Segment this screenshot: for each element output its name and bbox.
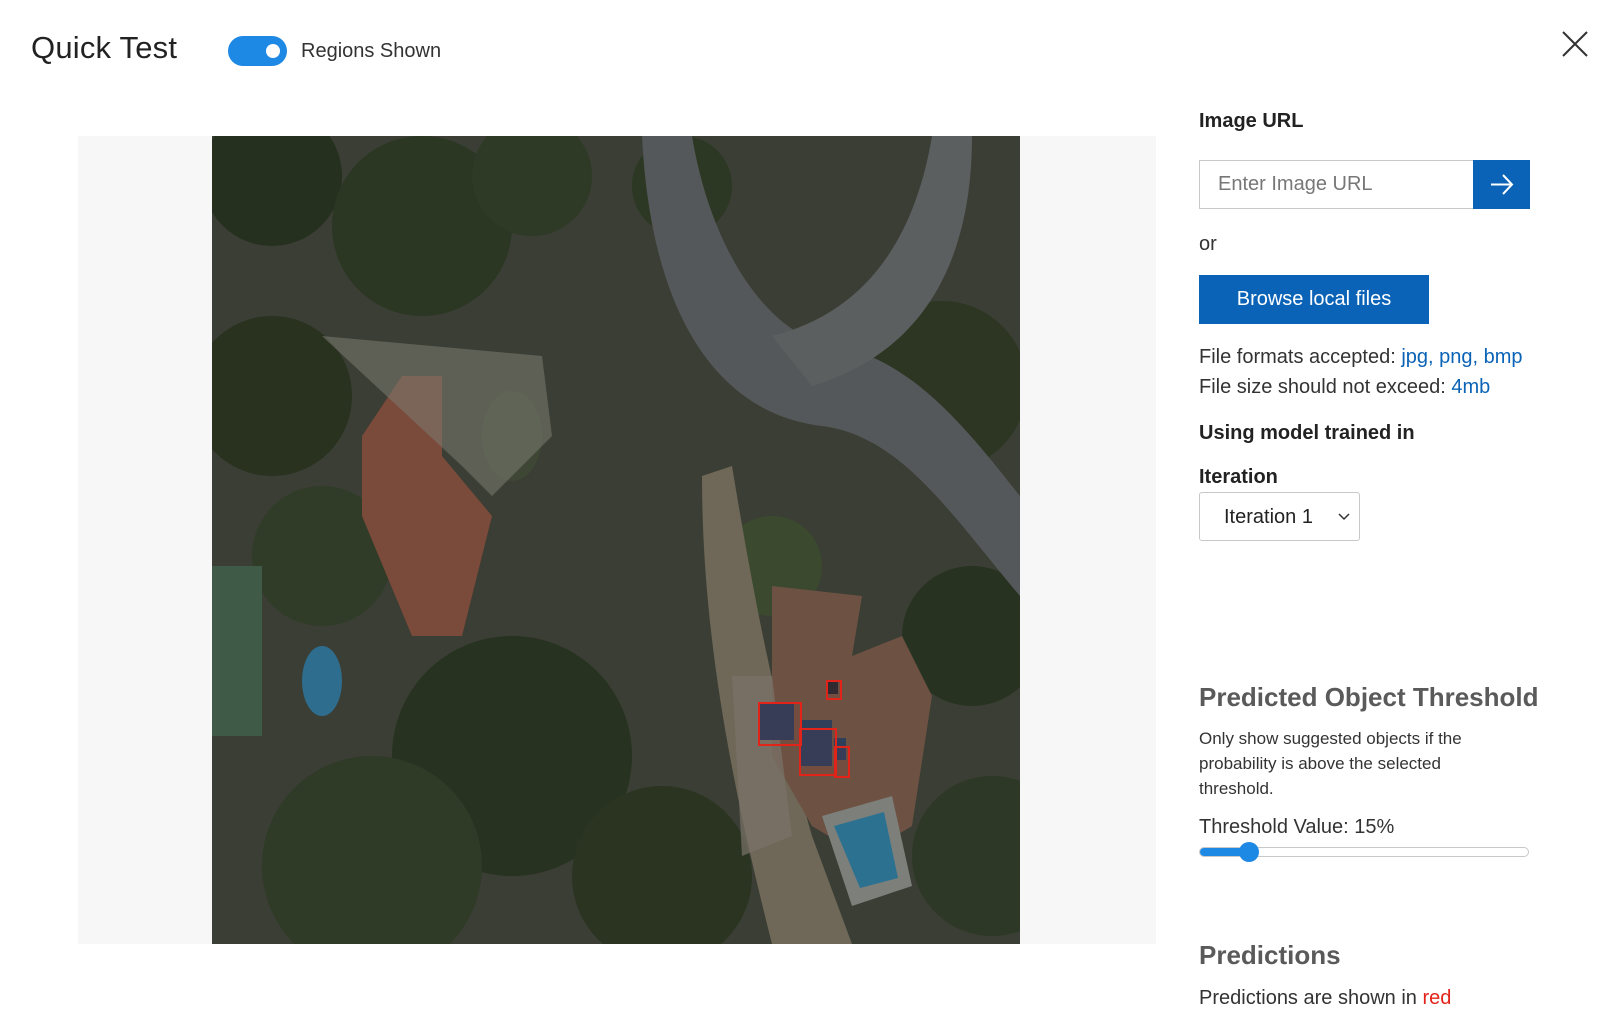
quick-test-dialog: Quick Test Regions Shown Image URL Enter… (0, 0, 1600, 1029)
model-label: Using model trained in (1199, 422, 1415, 444)
file-size-value: 4mb (1451, 376, 1491, 398)
toggle-knob (266, 44, 280, 58)
browse-files-button[interactable]: Browse local files (1199, 275, 1429, 324)
image-url-input[interactable] (1199, 160, 1473, 209)
prediction-box (834, 746, 850, 778)
image-preview-panel (78, 136, 1156, 944)
predictions-color-word: red (1422, 987, 1452, 1009)
regions-toggle-label: Regions Shown (301, 40, 442, 62)
file-formats-label: File formats accepted: (1199, 346, 1402, 368)
threshold-description: Only show suggested objects if the proba… (1199, 729, 1462, 798)
iteration-select-value: Iteration 1 (1224, 506, 1313, 528)
file-formats-info: File formats accepted: jpg, png, bmp (1199, 346, 1523, 369)
threshold-value-label: Threshold Value: 15% (1199, 816, 1395, 838)
predictions-title: Predictions (1199, 940, 1341, 970)
prediction-box (826, 680, 842, 700)
iteration-label: Iteration (1199, 466, 1278, 488)
file-formats-value: jpg, png, bmp (1401, 346, 1523, 368)
predictions-note: Predictions are shown in red (1199, 987, 1451, 1010)
threshold-slider-thumb[interactable] (1239, 842, 1260, 862)
or-text: or (1199, 233, 1217, 255)
regions-toggle[interactable] (228, 36, 287, 66)
aerial-photo (212, 136, 1020, 944)
image-url-label: Image URL (1199, 110, 1304, 132)
iteration-select[interactable]: Iteration 1 (1199, 492, 1360, 541)
threshold-title: Predicted Object Threshold (1199, 682, 1539, 712)
prediction-box (799, 728, 837, 776)
file-size-info: File size should not exceed: 4mb (1199, 376, 1490, 399)
settings-panel: Image URL or Browse local files File for… (1199, 0, 1584, 1029)
file-size-label: File size should not exceed: (1199, 376, 1452, 398)
predictions-note-text: Predictions are shown in (1199, 987, 1423, 1009)
submit-url-button[interactable] (1473, 160, 1530, 209)
arrow-right-icon (1491, 174, 1514, 195)
dialog-title: Quick Test (31, 30, 178, 65)
threshold-slider[interactable] (1199, 842, 1529, 862)
chevron-down-icon (1338, 513, 1350, 521)
prediction-box (758, 702, 802, 746)
